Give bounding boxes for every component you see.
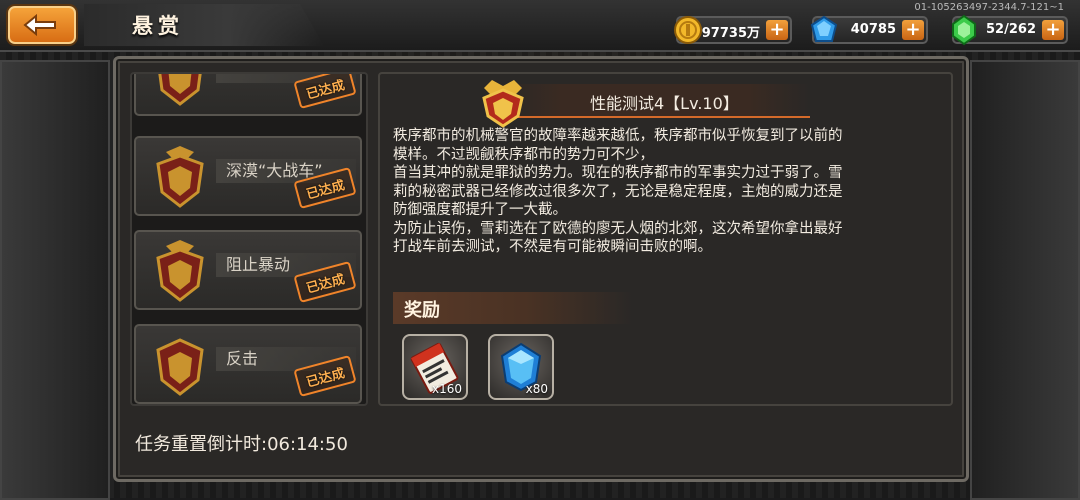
mission-item[interactable]: 阻止暴动 已达成: [134, 230, 362, 310]
energy-counter: 52/262 +: [952, 14, 1068, 46]
reward-quantity: x80: [525, 382, 548, 396]
green-energy-icon: [952, 14, 976, 46]
energy-add-button[interactable]: +: [1042, 20, 1064, 40]
description-line: 为防止误伤，雪莉选在了欧德的廖无人烟的北郊，这次希望你拿出最好: [393, 220, 843, 237]
rank-badge-icon: [158, 74, 202, 106]
description-line: 首当其冲的就是罪狱的势力。现在的秩序都市的军事实力过于弱了。雪: [393, 165, 843, 181]
mission-item[interactable]: 深漠“大战车” 已达成: [134, 136, 362, 216]
description-line: 打战车前去测试，不然是有可能被瞬间击败的啊。: [393, 239, 712, 255]
back-button[interactable]: [8, 6, 76, 44]
reward-item-crystal[interactable]: x80: [488, 334, 554, 400]
gem-value: 40785: [850, 22, 896, 37]
build-info: 01-105263497-2344.7-121~1: [914, 2, 1064, 13]
background-door-left: [0, 60, 110, 500]
mission-item[interactable]: 反击 已达成: [134, 324, 362, 404]
background-door-right: [970, 60, 1080, 500]
gem-counter: 40785 +: [810, 15, 928, 44]
gold-coin-icon: [674, 16, 702, 44]
description-line: 防御强度都提升了一大截。: [393, 202, 567, 218]
mission-detail-title: 性能测试4【Lv.10】: [590, 94, 739, 113]
back-arrow-icon: [23, 13, 56, 37]
reward-label: 奖励: [404, 300, 440, 321]
mission-list[interactable]: 已达成 深漠“大战车” 已达成 阻止暴动 已达成 反击 已达成: [130, 72, 368, 406]
gold-counter: 97735万 +: [674, 16, 792, 44]
gold-add-button[interactable]: +: [766, 20, 788, 40]
rank-badge-icon: [156, 146, 204, 208]
title-plate: [84, 4, 324, 46]
blue-gem-icon: [810, 15, 838, 42]
gem-add-button[interactable]: +: [902, 20, 924, 40]
description-line: 秩序都市的机械警官的故障率越来越低，秩序都市似乎恢复到了以前的: [393, 128, 843, 144]
gold-rank-badge-icon: [482, 80, 524, 128]
energy-value: 52/262: [986, 22, 1036, 37]
mission-item[interactable]: 已达成: [134, 74, 362, 116]
reward-item-ticket[interactable]: x160: [402, 334, 468, 400]
rank-badge-icon: [156, 240, 204, 302]
description-line: 莉的秘密武器已经修改过很多次了，无论是稳定程度，主炮的威力还是: [393, 183, 843, 200]
reward-quantity: x160: [431, 382, 462, 396]
mission-description: 秩序都市的机械警官的故障率越来越低，秩序都市似乎恢复到了以前的 模样。不过觊觎秩…: [393, 127, 933, 257]
page-title: 悬赏: [132, 14, 184, 38]
rank-badge-icon: [156, 338, 204, 396]
gold-value: 97735万: [701, 26, 760, 41]
reset-countdown: 任务重置倒计时:06:14:50: [135, 434, 348, 455]
description-line: 模样。不过觊觎秩序都市的势力可不少，: [393, 146, 654, 163]
